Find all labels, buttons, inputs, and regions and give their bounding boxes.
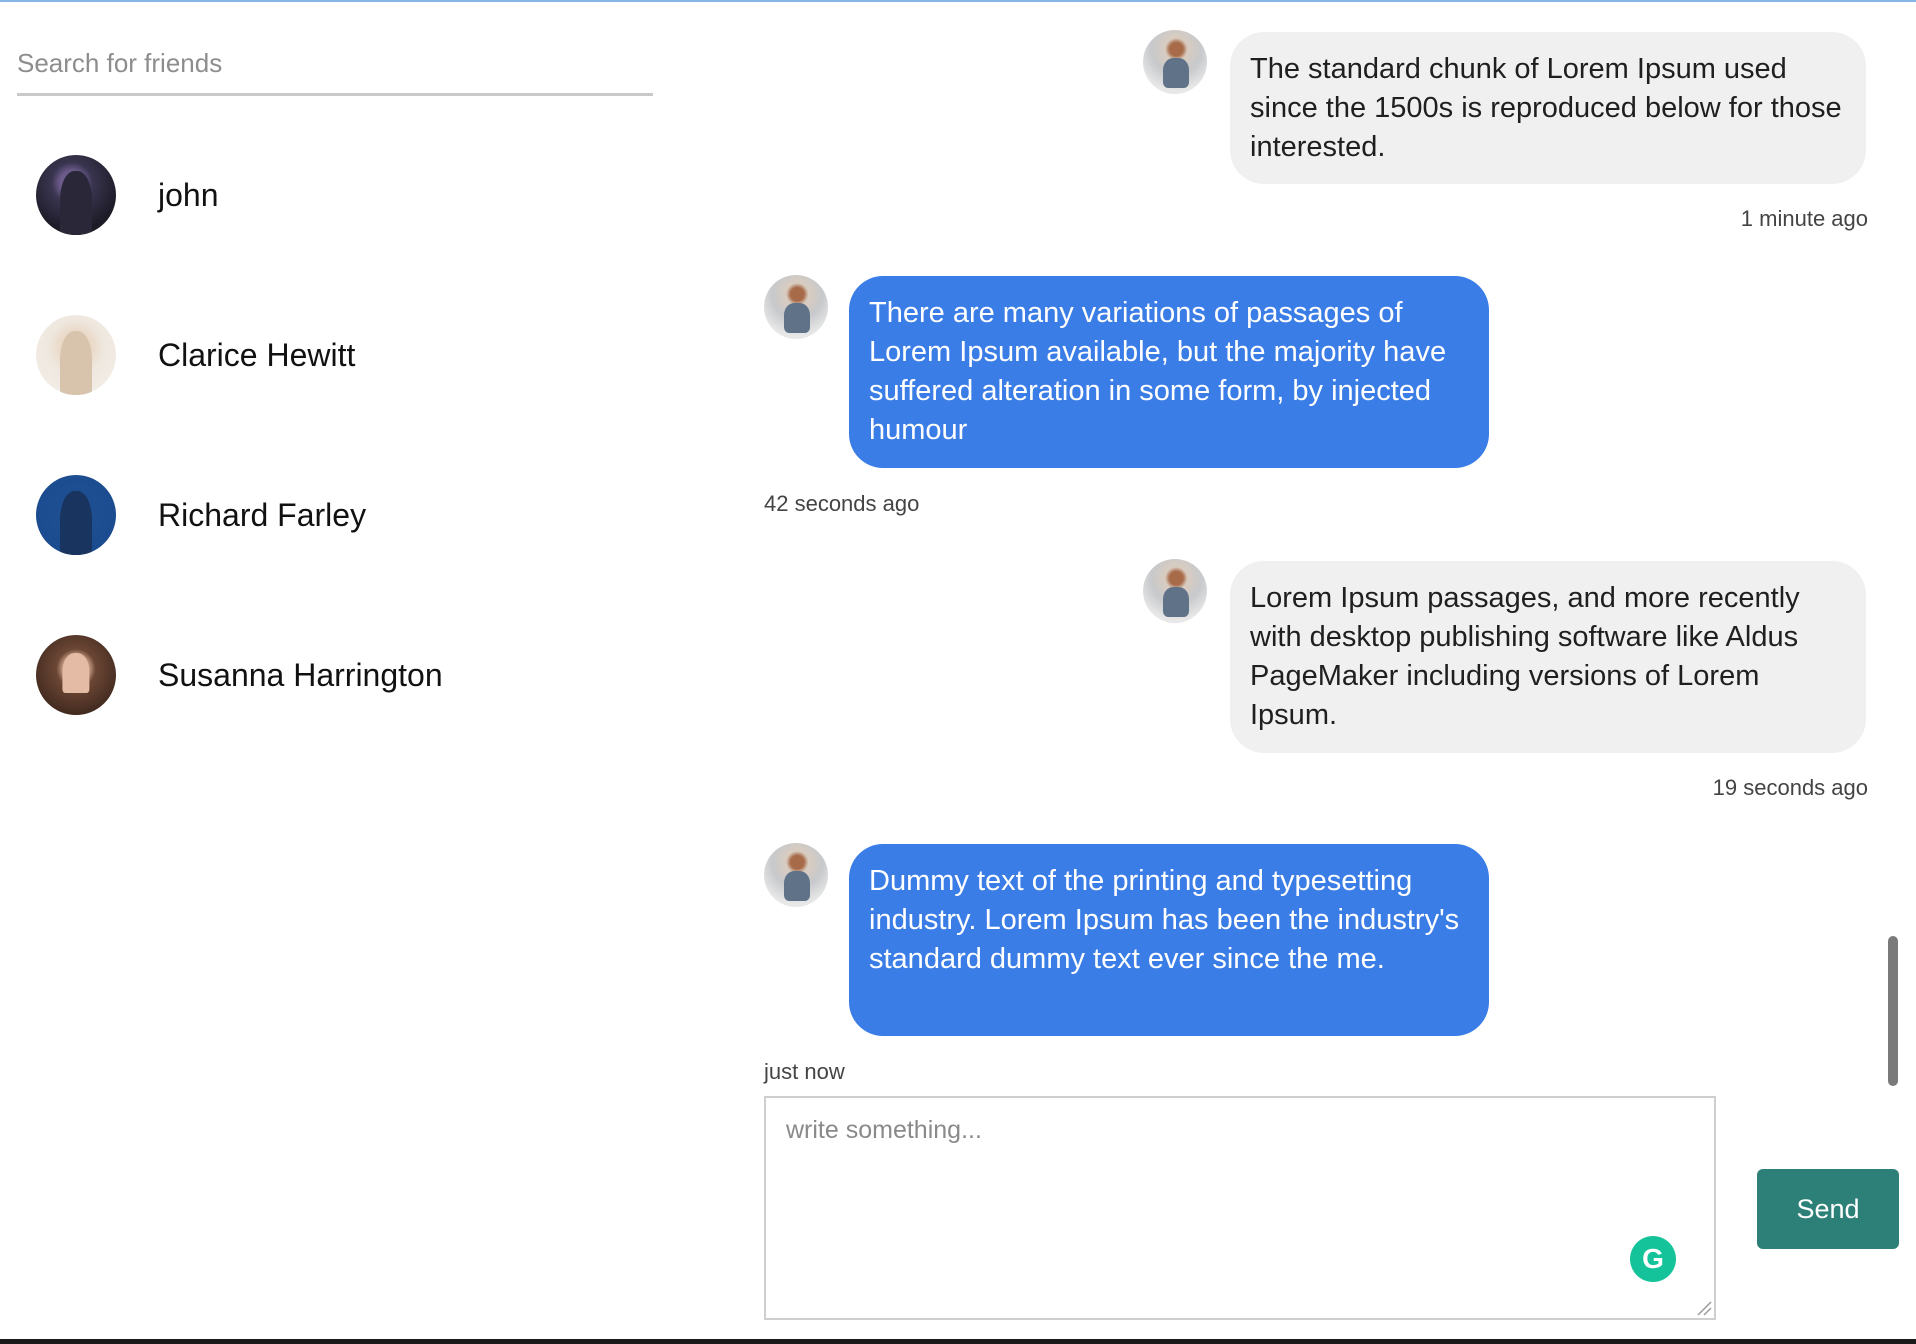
message-timestamp: 1 minute ago	[1740, 206, 1868, 231]
message-timestamp: 19 seconds ago	[1712, 775, 1868, 800]
avatar	[36, 315, 116, 395]
message-timestamp: 42 seconds ago	[764, 491, 920, 516]
search-input[interactable]	[17, 30, 653, 93]
message-text: There are many variations of passages of…	[869, 297, 1447, 446]
message-bubble-sent: Dummy text of the printing and typesetti…	[849, 844, 1489, 1036]
send-button[interactable]: Send	[1757, 1169, 1899, 1249]
message-avatar	[1143, 559, 1207, 623]
message-input[interactable]	[766, 1098, 1714, 1318]
message-text: The standard chunk of Lorem Ipsum used s…	[1250, 53, 1842, 163]
avatar	[36, 475, 116, 555]
friend-item-john[interactable]: john	[36, 153, 656, 237]
message-bubble-sent: There are many variations of passages of…	[849, 276, 1489, 468]
avatar	[36, 635, 116, 715]
message-text: Dummy text of the printing and typesetti…	[869, 865, 1460, 975]
resize-grip-icon[interactable]	[1696, 1300, 1712, 1316]
message-composer[interactable]	[764, 1096, 1716, 1320]
friend-item-clarice-hewitt[interactable]: Clarice Hewitt	[36, 313, 656, 397]
message-timestamp: just now	[764, 1059, 845, 1084]
friend-name: Susanna Harrington	[158, 656, 443, 693]
bottom-border	[0, 1339, 1916, 1344]
message-avatar	[764, 275, 828, 339]
message-bubble-received: The standard chunk of Lorem Ipsum used s…	[1230, 32, 1866, 184]
friend-item-susanna-harrington[interactable]: Susanna Harrington	[36, 633, 656, 717]
friend-name: Richard Farley	[158, 496, 367, 533]
chat-scrollbar[interactable]	[1888, 936, 1898, 1086]
avatar	[36, 155, 116, 235]
grammarly-icon[interactable]: G	[1630, 1236, 1676, 1282]
message-avatar	[1143, 30, 1207, 94]
message-avatar	[764, 843, 828, 907]
message-text: Lorem Ipsum passages, and more recently …	[1250, 582, 1800, 731]
friend-item-richard-farley[interactable]: Richard Farley	[36, 473, 656, 557]
friends-sidebar: john Clarice Hewitt Richard Farley Susan…	[0, 0, 700, 1339]
friend-name: Clarice Hewitt	[158, 336, 356, 373]
message-bubble-received: Lorem Ipsum passages, and more recently …	[1230, 561, 1866, 753]
search-field[interactable]	[17, 30, 653, 96]
friend-name: john	[158, 176, 219, 213]
